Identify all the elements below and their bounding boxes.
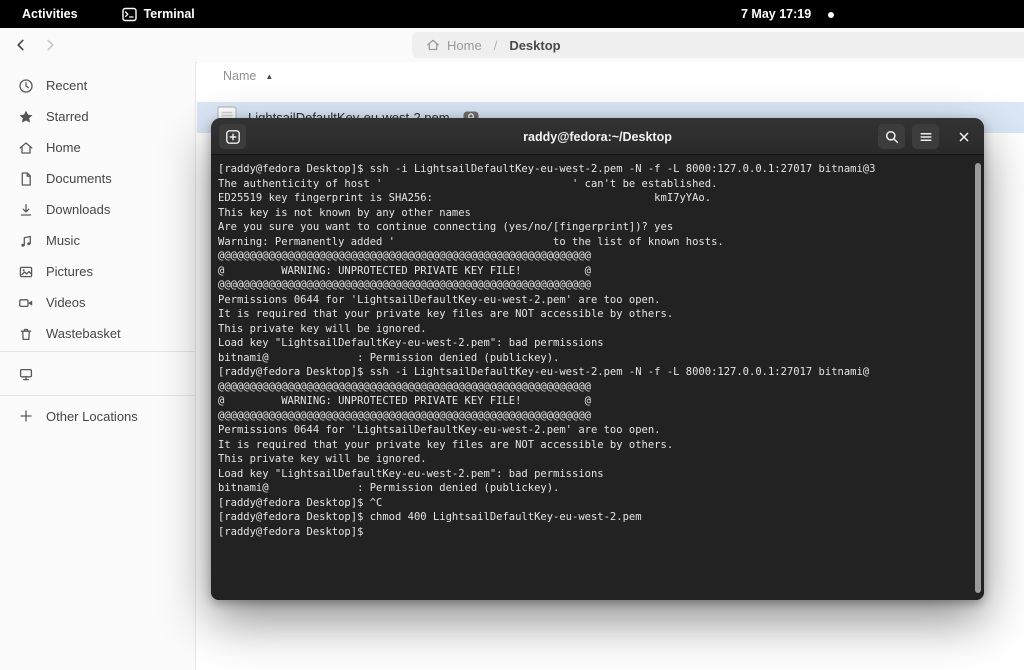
trash-icon [18,326,34,342]
terminal-line: Load key "LightsailDefaultKey-eu-west-2.… [218,467,604,480]
picture-icon [18,264,34,280]
breadcrumb-separator: / [493,37,498,53]
terminal-line: Permissions 0644 for 'LightsailDefaultKe… [218,293,661,306]
close-icon[interactable] [950,124,977,149]
shell-top-bar: Activities Terminal 7 May 17:19 [0,0,1024,28]
sidebar-item-other-locations[interactable]: Other Locations [0,398,195,434]
terminal-headerbar[interactable] [211,118,984,155]
app-menu-label: Terminal [143,7,195,21]
breadcrumb: Home / Desktop [412,32,1024,58]
sidebar-item-label: Wastebasket [46,326,121,341]
back-button[interactable] [8,33,34,57]
terminal-line: Load key "LightsailDefaultKey-eu-west-2.… [218,337,604,349]
terminal-line: [raddy@fedora Desktop]$ ssh -i Lightsail… [218,366,870,378]
sidebar-list: Recent Starred Home Documents Downloads Music… [0,62,195,349]
screen: Activities Terminal 7 May 17:19 Home / D… [0,0,1024,670]
home-icon [18,140,34,156]
sidebar-item-label: Downloads [46,202,111,217]
terminal-line: This private key will be ignored. [218,453,427,465]
sidebar-item-label: Music [46,233,80,248]
clock-icon [18,78,34,94]
sidebar-item-downloads[interactable]: Downloads [0,194,195,225]
star-icon [18,109,34,125]
menu-button[interactable] [912,124,939,149]
sidebar-item-label: Starred [46,109,89,124]
terminal-line: This key is not known by any other names [218,206,471,219]
sidebar: Recent Starred Home Documents Downloads Music… [0,62,196,670]
terminal-line: @ WARNING: UNPROTECTED PRIVATE KEY FILE!… [218,264,591,277]
terminal-line: @ WARNING: UNPROTECTED PRIVATE KEY FILE!… [218,395,591,407]
terminal-line: It is required that your private key fil… [218,438,674,451]
terminal-line: It is required that your private key fil… [218,308,674,320]
terminal-line: Are you sure you want to continue connec… [218,221,674,233]
terminal-line: [raddy@fedora Desktop]$ [218,525,370,538]
sidebar-item-videos[interactable]: Videos [0,287,195,318]
sidebar-item-starred[interactable]: Starred [0,101,195,132]
video-icon [18,295,34,311]
activities-button[interactable]: Activities [14,4,86,24]
sidebar-item-label: Recent [46,78,88,93]
terminal-line: @@@@@@@@@@@@@@@@@@@@@@@@@@@@@@@@@@@@@@@@… [218,409,591,422]
terminal-line: [raddy@fedora Desktop]$ chmod 400 Lights… [218,511,642,523]
terminal-line: [raddy@fedora Desktop]$ ssh -i Lightsail… [218,163,876,175]
sidebar-item-label: Documents [46,171,112,186]
sidebar-item-label: Pictures [46,264,93,279]
sidebar-item-wastebasket[interactable]: Wastebasket [0,318,195,349]
sort-ascending-icon: ▲ [265,71,274,81]
files-headerbar: Home / Desktop [0,28,1024,63]
sidebar-item-computer[interactable] [0,354,195,393]
terminal-line: bitnami@ : Permission denied (publickey)… [218,482,560,494]
terminal-line: Warning: Permanently added ' to the list… [218,235,724,248]
terminal-line: bitnami@ : Permission denied (publickey)… [218,351,560,364]
sidebar-item-home[interactable]: Home [0,132,195,163]
sidebar-item-music[interactable]: Music [0,225,195,256]
terminal-line: @@@@@@@@@@@@@@@@@@@@@@@@@@@@@@@@@@@@@@@@… [218,250,591,262]
terminal-line: This private key will be ignored. [218,322,427,335]
forward-button[interactable] [37,33,63,57]
terminal-line: The authenticity of host ' ' can't be es… [218,177,718,190]
document-icon [18,171,34,187]
download-icon [18,202,34,218]
sidebar-separator [0,395,195,396]
terminal-scrollbar[interactable] [975,163,981,593]
sidebar-item-documents[interactable]: Documents [0,163,195,194]
app-menu-terminal[interactable]: Terminal [114,4,203,25]
terminal-icon [121,7,137,22]
sidebar-item-label: Home [46,140,81,155]
sidebar-item-recent[interactable]: Recent [0,70,195,101]
sidebar-item-label: Videos [46,295,86,310]
home-icon [426,38,440,52]
terminal-window: raddy@fedora:~/Desktop [raddy@fedora Des… [211,118,984,600]
terminal-line: @@@@@@@@@@@@@@@@@@@@@@@@@@@@@@@@@@@@@@@@… [218,279,591,291]
terminal-line: @@@@@@@@@@@@@@@@@@@@@@@@@@@@@@@@@@@@@@@@… [218,380,591,393]
terminal-line: ED25519 key fingerprint is SHA256: kmI7y… [218,192,712,204]
computer-icon [18,366,34,382]
notification-dot [828,12,834,18]
sidebar-item-pictures[interactable]: Pictures [0,256,195,287]
terminal-output: [raddy@fedora Desktop]$ ssh -i Lightsail… [218,162,970,539]
new-tab-button[interactable] [219,124,246,149]
terminal-line: Permissions 0644 for 'LightsailDefaultKe… [218,424,661,436]
breadcrumb-home[interactable]: Home [426,38,482,53]
sidebar-separator [0,351,195,352]
breadcrumb-current[interactable]: Desktop [509,38,560,53]
column-header-name[interactable]: Name ▲ [197,62,1024,90]
music-icon [18,233,34,249]
clock[interactable]: 7 May 17:19 [741,0,811,28]
terminal-line: [raddy@fedora Desktop]$ ^C [218,496,383,509]
plus-icon [18,408,34,424]
other-locations-label: Other Locations [46,408,138,424]
search-button[interactable] [878,124,905,149]
terminal-content[interactable]: [raddy@fedora Desktop]$ ssh -i Lightsail… [211,155,984,600]
